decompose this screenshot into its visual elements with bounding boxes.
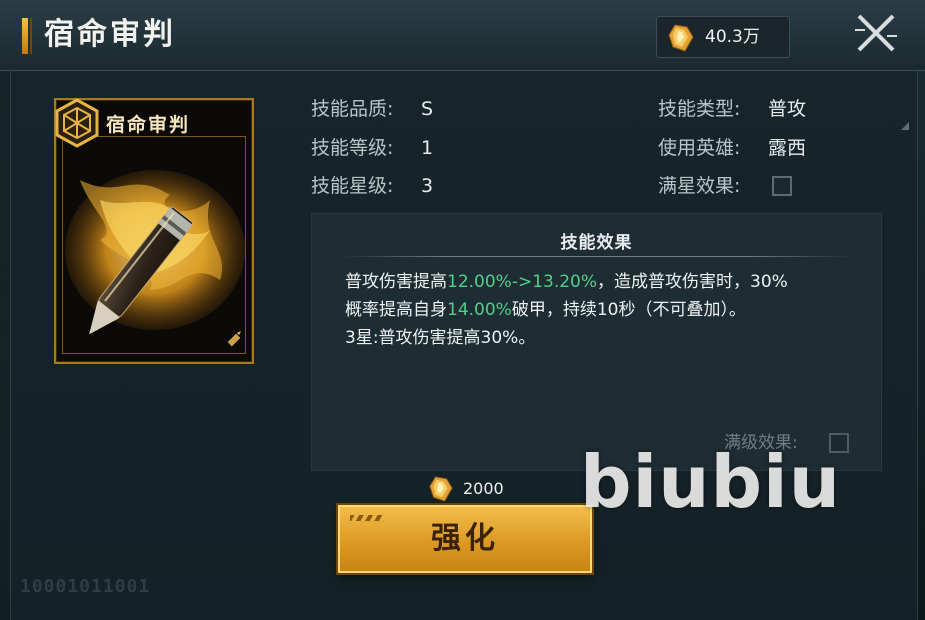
hero-value: 露西 <box>768 137 807 159</box>
skill-card: 宿命审判 <box>54 98 254 364</box>
skill-type-value: 普攻 <box>768 98 807 120</box>
effect-line-1-text-c: ，造成普攻伤害时，30% <box>597 272 788 292</box>
watermark: biubiu <box>580 440 841 524</box>
bullet-icon <box>227 331 241 347</box>
card-name: 宿命审判 <box>106 114 191 136</box>
close-icon <box>855 14 897 52</box>
page-title: 宿命审判 <box>44 17 176 52</box>
upgrade-button-label: 强化 <box>431 521 499 556</box>
max-star-label: 满星效果: <box>658 175 741 197</box>
hexagon-emblem-icon <box>55 98 99 148</box>
title-accent-line <box>30 18 32 54</box>
corner-id: 10001011001 <box>20 576 151 597</box>
effect-line-2: 概率提高自身14.00%破甲，持续10秒（不可叠加）。 <box>345 297 746 323</box>
effect-line-2-text-c: 破甲，持续10秒（不可叠加）。 <box>511 300 746 320</box>
title-accent <box>22 18 28 54</box>
skill-effect-panel: 技能效果 普攻伤害提高12.00%->13.20%，造成普攻伤害时，30% 概率… <box>311 213 882 471</box>
close-button[interactable] <box>853 10 899 56</box>
effect-line-1-highlight: 12.00%->13.20% <box>447 272 598 292</box>
max-star-checkbox[interactable] <box>772 176 792 196</box>
skill-star-value: 3 <box>421 175 434 197</box>
gold-crystal-icon <box>668 24 694 52</box>
effect-line-2-highlight: 14.00% <box>447 300 512 320</box>
hero-label: 使用英雄: <box>658 137 741 159</box>
effect-title: 技能效果 <box>560 233 633 253</box>
upgrade-cost: 2000 <box>463 479 504 498</box>
effect-line-2-text-a: 概率提高自身 <box>345 300 447 320</box>
flaming-bullet-icon <box>65 170 245 335</box>
effect-line-1: 普攻伤害提高12.00%->13.20%，造成普攻伤害时，30% <box>345 269 788 295</box>
gold-crystal-icon <box>429 476 453 502</box>
skill-quality-value: S <box>421 98 434 120</box>
currency-value: 40.3万 <box>705 27 760 47</box>
effect-line-3: 3星:普攻伤害提高30%。 <box>345 328 536 348</box>
title-bar: 宿命审判 40.3万 <box>0 0 925 71</box>
upgrade-button[interactable]: 强化 <box>338 505 592 573</box>
effect-divider <box>342 256 851 257</box>
skill-type-label: 技能类型: <box>658 98 741 120</box>
currency-display[interactable]: 40.3万 <box>656 16 790 58</box>
skill-quality-label: 技能品质: <box>311 98 394 120</box>
skill-level-label: 技能等级: <box>311 137 394 159</box>
skill-star-label: 技能星级: <box>311 175 394 197</box>
effect-line-1-text-a: 普攻伤害提高 <box>345 272 447 292</box>
skill-level-value: 1 <box>421 137 434 159</box>
corner-mark <box>901 122 909 130</box>
